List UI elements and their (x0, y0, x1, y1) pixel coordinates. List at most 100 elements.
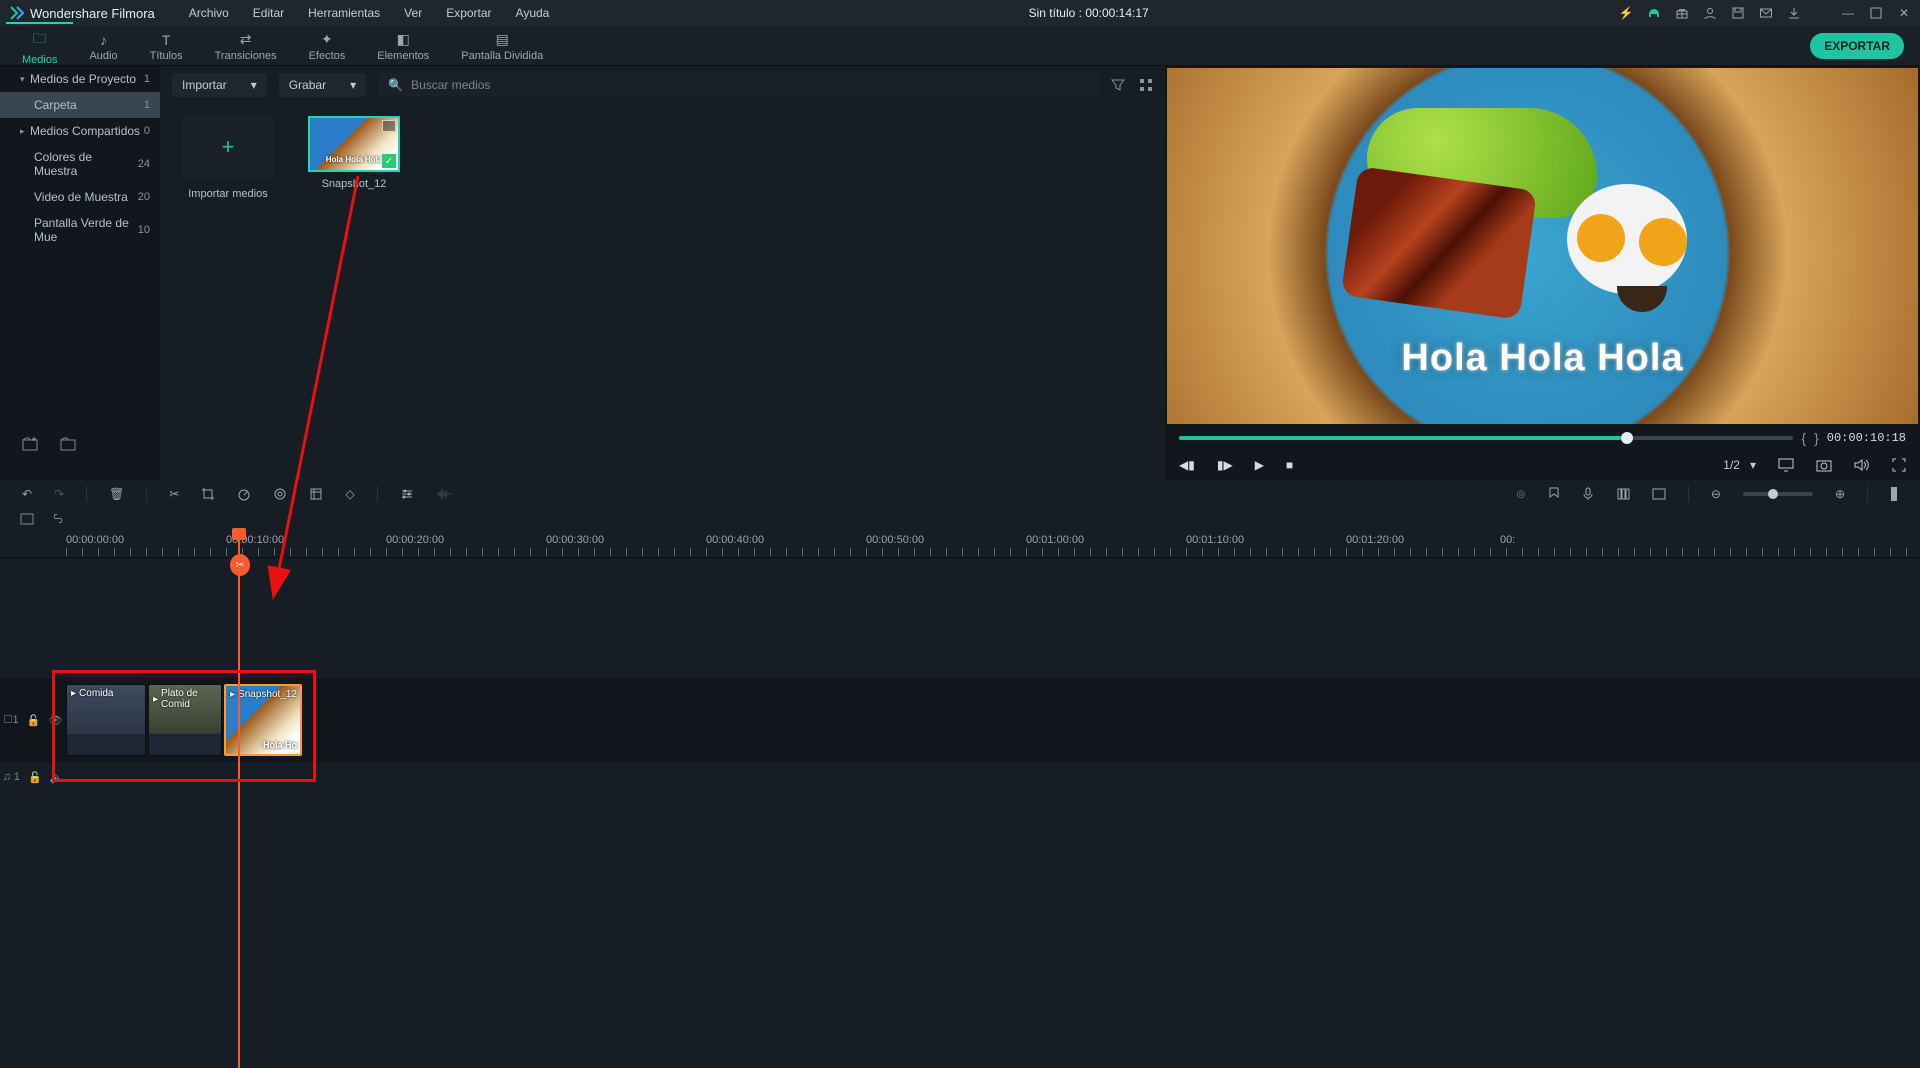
undo-icon[interactable]: ↶ (22, 487, 32, 501)
tab-elementos-label: Elementos (377, 50, 429, 62)
quality-label: 1/2 (1723, 458, 1740, 472)
filter-icon[interactable] (1111, 78, 1125, 92)
voiceover-icon[interactable] (1582, 487, 1594, 501)
account-icon[interactable] (1702, 5, 1718, 21)
color-icon[interactable] (273, 487, 287, 501)
sidebar-count: 10 (138, 224, 150, 236)
speed-icon[interactable] (237, 487, 251, 501)
display-icon[interactable] (1778, 458, 1794, 472)
media-name-label: Snapshot_12 (322, 178, 387, 190)
mixer-icon[interactable]: ⊚ (1516, 487, 1526, 501)
ruler-tick: 00:01:00:00 (1026, 534, 1084, 546)
tab-audio[interactable]: ♪Audio (73, 26, 133, 66)
zoom-out-icon[interactable]: ⊖ (1711, 487, 1721, 501)
bracket-left-icon[interactable]: { (1801, 430, 1806, 446)
grid-view-icon[interactable] (1139, 78, 1153, 92)
green-screen-icon[interactable] (309, 487, 323, 501)
delete-icon[interactable]: 🗑 (109, 487, 124, 501)
headphones-icon[interactable] (1646, 5, 1662, 21)
snapshot-icon[interactable] (1816, 458, 1832, 472)
folder-icon[interactable] (60, 437, 76, 451)
scrubber-handle[interactable] (1621, 432, 1633, 444)
app-name: Wondershare Filmora (30, 6, 155, 21)
timeline-settings-icon[interactable] (20, 513, 34, 525)
volume-icon[interactable] (1854, 458, 1870, 472)
audio-mixer-icon[interactable] (1616, 487, 1630, 501)
cut-icon[interactable]: ✂ (169, 487, 179, 501)
import-dropdown[interactable]: Importar▾ (172, 73, 267, 97)
marker-icon[interactable] (1548, 487, 1560, 501)
image-badge-icon (382, 120, 396, 132)
tab-transiciones[interactable]: ⇄Transiciones (199, 25, 293, 66)
app-logo (8, 4, 26, 22)
import-media-card[interactable]: + Importar medios (178, 116, 278, 200)
step-fwd-button[interactable]: ▮▶ (1217, 458, 1233, 472)
menu-ayuda[interactable]: Ayuda (506, 2, 560, 24)
preview-viewport[interactable]: Hola Hola Hola (1167, 68, 1918, 424)
minimize-icon[interactable]: — (1840, 5, 1856, 21)
new-bin-icon[interactable] (22, 437, 38, 451)
close-icon[interactable]: ✕ (1896, 5, 1912, 21)
video-track-body[interactable]: ▸Comida ▸Plato de Comid ▸Snapshot_12 Hol… (66, 678, 1920, 762)
step-back-button[interactable]: ◀▮ (1179, 458, 1195, 472)
gift-icon[interactable] (1674, 5, 1690, 21)
media-snapshot-12[interactable]: Hola Hola Hola ✓ Snapshot_12 (304, 116, 404, 190)
playhead[interactable]: ✂ (238, 530, 240, 1068)
sidebar-item-carpeta[interactable]: Carpeta1 (0, 92, 160, 118)
tab-titulos[interactable]: TTítulos (134, 26, 199, 66)
audio-track-body[interactable] (66, 762, 1920, 792)
export-button[interactable]: EXPORTAR (1810, 33, 1904, 59)
sidebar-label: Video de Muestra (34, 190, 128, 204)
menu-ver[interactable]: Ver (394, 2, 432, 24)
zoom-in-icon[interactable]: ⊕ (1835, 487, 1845, 501)
sidebar-item-shared-media[interactable]: ▸Medios Compartidos0 (0, 118, 160, 144)
crop-icon[interactable] (201, 487, 215, 501)
sidebar-item-project-media[interactable]: ▾Medios de Proyecto1 (0, 66, 160, 92)
lock-icon[interactable]: 🔓 (28, 771, 42, 784)
annotation-highlight-box (52, 670, 316, 782)
zoom-slider[interactable] (1743, 492, 1813, 496)
quality-dropdown[interactable]: 1/2▾ (1723, 458, 1756, 472)
menu-editar[interactable]: Editar (243, 2, 294, 24)
bracket-right-icon[interactable]: } (1814, 430, 1819, 446)
sidebar-item-sample-video[interactable]: Video de Muestra20 (0, 184, 160, 210)
stop-button[interactable]: ■ (1286, 458, 1293, 472)
tab-elementos[interactable]: ◧Elementos (361, 25, 445, 66)
sidebar-item-sample-colors[interactable]: Colores de Muestra24 (0, 144, 160, 184)
lock-icon[interactable]: 🔓 (27, 714, 41, 727)
menu-exportar[interactable]: Exportar (436, 2, 501, 24)
menu-herramientas[interactable]: Herramientas (298, 2, 390, 24)
play-button[interactable]: ▶ (1255, 458, 1264, 472)
tab-pantalla-dividida[interactable]: ▤Pantalla Dividida (445, 25, 559, 66)
project-title: Sin título : 00:00:14:17 (563, 6, 1614, 20)
adjust-icon[interactable] (400, 487, 414, 501)
audio-wave-icon[interactable] (436, 487, 452, 501)
save-icon[interactable] (1730, 5, 1746, 21)
tab-efectos[interactable]: ✦Efectos (293, 25, 362, 66)
sidebar-item-green-screen[interactable]: Pantalla Verde de Mue10 (0, 210, 160, 250)
zoom-fit-icon[interactable] (1890, 486, 1898, 502)
sidebar-count: 1 (144, 73, 150, 85)
track-info-icon[interactable]: 🞎1 (4, 714, 19, 727)
record-dropdown-label: Grabar (289, 78, 326, 92)
link-icon[interactable] (50, 514, 66, 524)
menu-archivo[interactable]: Archivo (179, 2, 239, 24)
render-icon[interactable] (1652, 488, 1666, 500)
preview-panel: Hola Hola Hola { } 00:00:10:18 ◀▮ ▮▶ ▶ ■… (1165, 66, 1920, 480)
scrubber[interactable] (1179, 436, 1793, 440)
zoom-slider-handle[interactable] (1768, 489, 1778, 499)
playhead-cut-icon[interactable]: ✂ (230, 554, 250, 576)
download-icon[interactable] (1786, 5, 1802, 21)
message-icon[interactable] (1758, 5, 1774, 21)
preview-timecode: 00:00:10:18 (1827, 431, 1906, 445)
sidebar-label: Carpeta (34, 98, 77, 112)
tab-medios[interactable]: 🗀Medios (6, 22, 73, 70)
keyframe-icon[interactable]: ◇ (345, 487, 354, 501)
record-dropdown[interactable]: Grabar▾ (279, 73, 366, 97)
fullscreen-icon[interactable] (1892, 458, 1906, 472)
redo-icon[interactable]: ↷ (54, 487, 64, 501)
search-input[interactable]: 🔍Buscar medios (378, 73, 1099, 97)
timeline-ruler[interactable]: 00:00:00:00 00:00:10:00 00:00:20:00 00:0… (0, 530, 1920, 558)
maximize-icon[interactable] (1868, 5, 1884, 21)
boost-icon[interactable]: ⚡ (1618, 5, 1634, 21)
